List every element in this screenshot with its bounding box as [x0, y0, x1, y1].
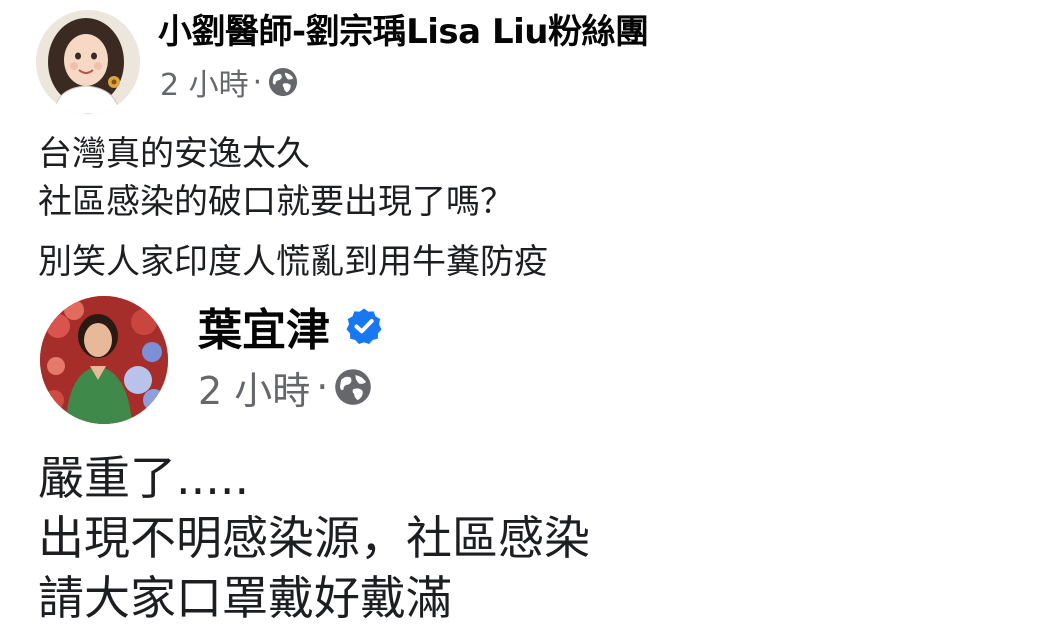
post-text: 台灣真的安逸太久 社區感染的破口就要出現了嗎？ 別笑人家印度人慌亂到用牛糞防疫	[38, 130, 548, 286]
meta-separator: ·	[252, 64, 263, 100]
verified-badge-icon	[346, 308, 382, 344]
globe-icon[interactable]	[268, 67, 298, 97]
avatar-photo	[40, 296, 168, 424]
avatar-illustration	[36, 10, 140, 114]
author-name-row: 葉宜津	[198, 296, 384, 356]
post-card-1: 小劉醫師-劉宗瑀Lisa Liu粉絲團 2 小時 · 台灣真的安逸太久 社區感染…	[0, 0, 1060, 290]
author-name[interactable]: 小劉醫師-劉宗瑀Lisa Liu粉絲團	[158, 10, 649, 54]
meta-separator: ·	[316, 365, 329, 409]
author-avatar[interactable]	[40, 296, 168, 424]
post-text-line: 請大家口罩戴好戴滿	[38, 571, 452, 625]
author-avatar[interactable]	[36, 10, 140, 114]
post-text-line: 嚴重了.....	[38, 451, 250, 505]
author-name[interactable]: 葉宜津	[198, 294, 330, 358]
post-meta: 2 小時 ·	[198, 360, 372, 415]
post-card-2: 葉宜津 2 小時 · 嚴重了..... 出現不明感染源，社區感染 請大家口罩戴好…	[0, 290, 1060, 625]
post-meta: 2 小時 ·	[160, 60, 298, 104]
post-text-line: 社區感染的破口就要出現了嗎？	[38, 182, 514, 222]
post-text-line: 台灣真的安逸太久	[38, 134, 310, 174]
post-timestamp[interactable]: 2 小時	[198, 360, 310, 415]
post-text-line: 別笑人家印度人慌亂到用牛糞防疫	[38, 242, 548, 282]
post-text-line: 出現不明感染源，社區感染	[38, 511, 590, 565]
post-text: 嚴重了..... 出現不明感染源，社區感染 請大家口罩戴好戴滿	[38, 448, 590, 628]
globe-icon[interactable]	[334, 368, 372, 406]
post-timestamp[interactable]: 2 小時	[160, 60, 249, 104]
